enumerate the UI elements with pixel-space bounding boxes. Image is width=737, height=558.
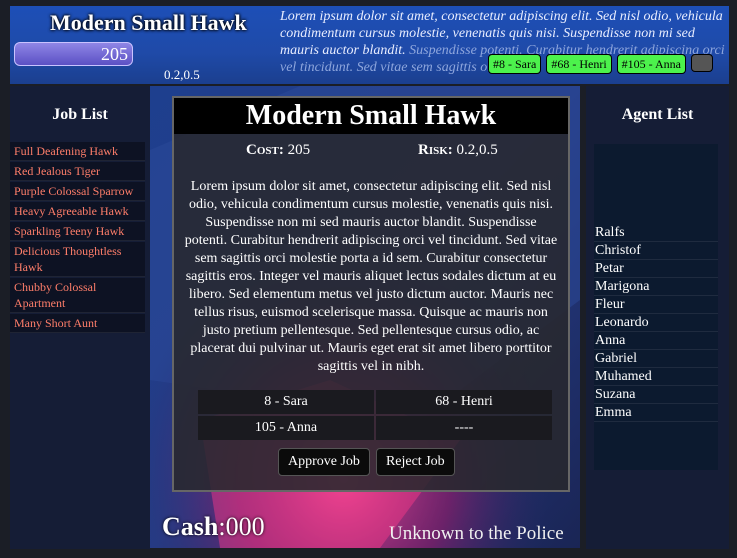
job-cost-label: Cost:	[246, 142, 284, 158]
approve-job-button[interactable]: Approve Job	[278, 448, 370, 476]
cash-label: Cash	[162, 512, 219, 541]
agent-list-panel: Agent List Ralfs Christof Petar Marigona…	[586, 86, 729, 549]
job-list: Full Deafening Hawk Red Jealous Tiger Pu…	[10, 142, 145, 334]
job-risk: Risk: 0.2,0.5	[418, 142, 498, 159]
agent-list-item[interactable]: Ralfs	[594, 224, 718, 242]
job-risk-value: 0.2,0.5	[456, 142, 498, 158]
job-actions: Approve Job Reject Job	[278, 448, 455, 476]
header-bar: Modern Small Hawk 205 0.2,0.5 Lorem ipsu…	[10, 6, 729, 84]
agent-list-item[interactable]: Suzana	[594, 386, 718, 404]
agent-list-item[interactable]: Marigona	[594, 278, 718, 296]
job-cost-value: 205	[287, 142, 311, 158]
cash-value: 000	[225, 512, 265, 541]
agent-list-item[interactable]: Leonardo	[594, 314, 718, 332]
game-frame: Modern Small Hawk 205 0.2,0.5 Lorem ipsu…	[10, 6, 729, 549]
agent-list-box: Ralfs Christof Petar Marigona Fleur Leon…	[594, 144, 718, 470]
job-list-item[interactable]: Full Deafening Hawk	[10, 142, 145, 161]
job-cost: Cost: 205	[246, 142, 310, 159]
job-list-item[interactable]: Delicious Thoughtless Hawk	[10, 242, 145, 277]
header-cost-bar: 205	[14, 42, 133, 66]
reject-job-button[interactable]: Reject Job	[375, 448, 455, 476]
job-description: Lorem ipsum dolor sit amet, consectetur …	[184, 179, 558, 374]
agent-list-item[interactable]: Anna	[594, 332, 718, 350]
agent-chip-empty[interactable]	[690, 54, 713, 72]
job-list-item[interactable]: Chubby Colossal Apartment	[10, 278, 145, 313]
agent-list-item[interactable]: Petar	[594, 260, 718, 278]
agent-list-item[interactable]: Christof	[594, 242, 718, 260]
agent-list-item[interactable]: Muhamed	[594, 368, 718, 386]
header-risk: 0.2,0.5	[164, 67, 200, 82]
job-list-title: Job List	[52, 106, 108, 123]
job-list-item[interactable]: Purple Colossal Sparrow	[10, 182, 145, 201]
agent-list-title: Agent List	[621, 106, 694, 123]
police-status: Unknown to the Police	[389, 523, 564, 544]
agent-chip[interactable]: #105 - Anna	[616, 54, 686, 74]
agent-list: Ralfs Christof Petar Marigona Fleur Leon…	[594, 224, 718, 422]
agent-chip[interactable]: #68 - Henri	[546, 54, 612, 74]
agent-slot[interactable]: 68 - Henri	[376, 390, 552, 414]
agent-slots: 8 - Sara 68 - Henri 105 - Anna ----	[198, 390, 552, 440]
agent-list-item[interactable]: Fleur	[594, 296, 718, 314]
job-list-item[interactable]: Sparkling Teeny Hawk	[10, 222, 145, 241]
job-list-item[interactable]: Red Jealous Tiger	[10, 162, 145, 181]
agent-chip[interactable]: #8 - Sara	[488, 54, 542, 74]
job-list-item[interactable]: Many Short Aunt	[10, 314, 145, 333]
job-title: Modern Small Hawk	[174, 98, 568, 134]
job-risk-label: Risk:	[418, 142, 453, 158]
job-list-item[interactable]: Heavy Agreeable Hawk	[10, 202, 145, 221]
assigned-agent-chips: #8 - Sara #68 - Henri #105 - Anna	[488, 54, 713, 74]
agent-slot[interactable]: 8 - Sara	[198, 390, 374, 414]
job-detail-card: Modern Small Hawk Cost: 205 Risk: 0.2,0.…	[172, 96, 570, 492]
job-stats: Cost: 205 Risk: 0.2,0.5	[174, 134, 568, 164]
agent-list-item[interactable]: Gabriel	[594, 350, 718, 368]
agent-list-item[interactable]: Emma	[594, 404, 718, 422]
job-list-panel: Job List Full Deafening Hawk Red Jealous…	[10, 86, 150, 549]
cash-display: Cash:000	[162, 512, 265, 541]
agent-slot[interactable]: 105 - Anna	[198, 416, 374, 440]
agent-slot[interactable]: ----	[376, 416, 552, 440]
header-title: Modern Small Hawk	[50, 10, 247, 35]
